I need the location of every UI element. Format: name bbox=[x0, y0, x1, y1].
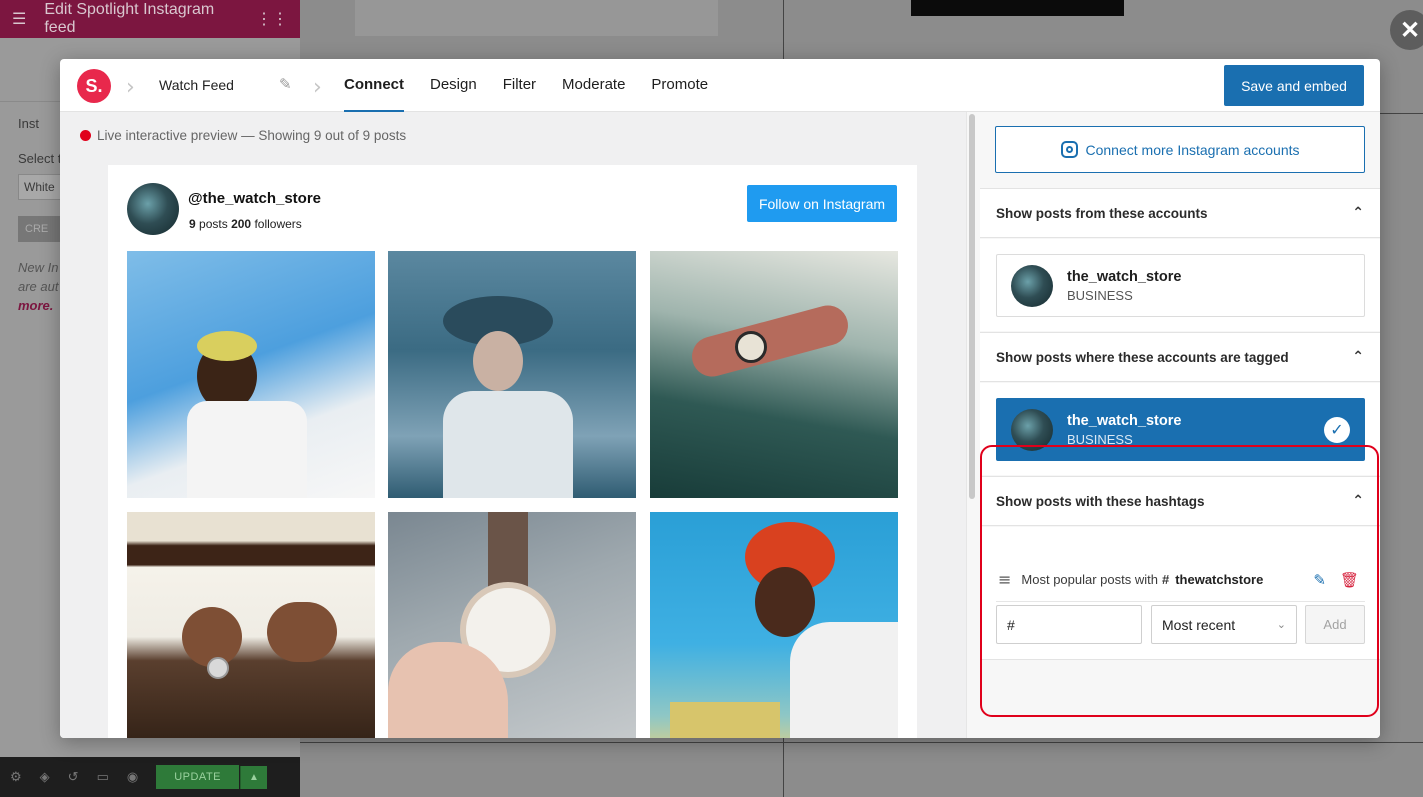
live-preview-status: Live interactive preview — Showing 9 out… bbox=[80, 128, 406, 143]
chevron-right-icon: › bbox=[126, 75, 135, 100]
hashtag-item: ≡ Most popular posts with # thewatchstor… bbox=[996, 558, 1365, 602]
spotlight-modal: S. › Watch Feed ✎ › Connect Design Filte… bbox=[60, 59, 1380, 738]
tab-promote[interactable]: Promote bbox=[651, 59, 708, 112]
tab-connect[interactable]: Connect bbox=[344, 59, 404, 112]
tagged-account-card[interactable]: the_watch_store BUSINESS ✓ bbox=[996, 398, 1365, 461]
grid-icon[interactable]: ⋮⋮ bbox=[256, 9, 288, 29]
close-icon[interactable]: ✕ bbox=[1390, 10, 1423, 50]
pencil-icon[interactable]: ✎ bbox=[1313, 571, 1326, 589]
section-title: Show posts with these hashtags bbox=[996, 493, 1205, 509]
spotlight-logo: S. bbox=[77, 69, 111, 103]
profile-counts: 9 posts 200 followers bbox=[189, 217, 302, 231]
live-dot-icon bbox=[80, 130, 91, 141]
history-icon[interactable]: ↺ bbox=[68, 769, 79, 785]
elementor-footer: ⚙ ◈ ↺ ▭ ◉ UPDATE ▲ bbox=[0, 757, 300, 797]
section-title: Show posts from these accounts bbox=[996, 205, 1208, 221]
elementor-topbar: ☰ Edit Spotlight Instagram feed ⋮⋮ bbox=[0, 0, 300, 38]
feed-name[interactable]: Watch Feed bbox=[159, 77, 234, 93]
trash-icon[interactable]: 🗑 bbox=[1340, 571, 1359, 589]
update-button[interactable]: UPDATE bbox=[156, 765, 240, 789]
order-value: Most recent bbox=[1162, 616, 1236, 633]
chevron-up-icon[interactable]: ⌃ bbox=[1352, 349, 1364, 365]
layers-icon[interactable]: ◈ bbox=[40, 769, 50, 785]
instagram-icon bbox=[1060, 141, 1078, 158]
responsive-icon[interactable]: ▭ bbox=[97, 769, 109, 785]
account-type: BUSINESS bbox=[1067, 287, 1133, 303]
chevron-down-icon: ⌄ bbox=[1276, 618, 1286, 631]
account-type: BUSINESS bbox=[1067, 431, 1133, 447]
profile-handle[interactable]: @the_watch_store bbox=[188, 190, 321, 207]
post-tile-4[interactable] bbox=[127, 512, 375, 738]
account-name: the_watch_store bbox=[1067, 268, 1182, 285]
avatar[interactable] bbox=[127, 183, 179, 235]
preview-scrollbar[interactable] bbox=[969, 114, 975, 499]
update-options-icon[interactable]: ▲ bbox=[240, 765, 267, 789]
avatar bbox=[1011, 264, 1053, 307]
chevron-right-icon: › bbox=[313, 75, 322, 100]
hashtag-name: thewatchstore bbox=[1175, 572, 1264, 587]
section-title: Show posts where these accounts are tagg… bbox=[996, 349, 1289, 365]
modal-header: S. › Watch Feed ✎ › Connect Design Filte… bbox=[60, 59, 1380, 112]
tab-filter[interactable]: Filter bbox=[503, 59, 536, 112]
account-info: the_watch_store BUSINESS bbox=[1067, 413, 1181, 447]
post-tile-2[interactable] bbox=[388, 251, 636, 498]
add-hashtag-button[interactable]: Add bbox=[1305, 605, 1365, 644]
post-tile-1[interactable] bbox=[127, 251, 375, 498]
checkmark-icon: ✓ bbox=[1324, 416, 1350, 443]
feed-card: @the_watch_store 9 posts 200 followers F… bbox=[108, 165, 917, 738]
followers-count: 200 bbox=[231, 217, 252, 231]
posts-count: 9 bbox=[189, 217, 196, 231]
hashtag-input[interactable]: # bbox=[996, 605, 1142, 644]
follow-on-instagram-button[interactable]: Follow on Instagram bbox=[747, 185, 897, 222]
pencil-icon[interactable]: ✎ bbox=[279, 75, 292, 93]
save-and-embed-button[interactable]: Save and embed bbox=[1224, 65, 1364, 106]
hashtag-order-select[interactable]: Most recent ⌄ bbox=[1151, 605, 1297, 644]
hashtag-prefix: Most popular posts with bbox=[1021, 572, 1158, 587]
live-preview-text: Live interactive preview — Showing 9 out… bbox=[97, 128, 407, 143]
chevron-up-icon[interactable]: ⌃ bbox=[1352, 205, 1364, 221]
posts-label: posts bbox=[199, 217, 228, 231]
canvas-divider bbox=[300, 742, 1423, 743]
settings-icon[interactable]: ⚙ bbox=[10, 769, 22, 785]
hashtag-symbol: # bbox=[1161, 572, 1170, 587]
followers-label: followers bbox=[254, 217, 302, 231]
chevron-up-icon[interactable]: ⌃ bbox=[1352, 493, 1364, 509]
section-tagged[interactable]: Show posts where these accounts are tagg… bbox=[980, 332, 1380, 382]
feed-preview: Live interactive preview — Showing 9 out… bbox=[60, 112, 966, 738]
post-tile-5[interactable] bbox=[388, 512, 636, 738]
canvas-image bbox=[355, 0, 718, 36]
section-hashtags[interactable]: Show posts with these hashtags ⌃ bbox=[980, 476, 1380, 526]
avatar bbox=[1011, 408, 1053, 451]
connect-more-accounts-button[interactable]: Connect more Instagram accounts bbox=[995, 126, 1365, 173]
tab-bar: Connect Design Filter Moderate Promote bbox=[344, 59, 708, 112]
tab-design[interactable]: Design bbox=[430, 59, 477, 112]
section-from-accounts[interactable]: Show posts from these accounts ⌃ bbox=[980, 188, 1380, 238]
tab-moderate[interactable]: Moderate bbox=[562, 59, 625, 112]
connect-more-label: Connect more Instagram accounts bbox=[1085, 141, 1300, 158]
account-info: the_watch_store BUSINESS bbox=[1067, 269, 1181, 303]
post-tile-6[interactable] bbox=[650, 512, 898, 738]
canvas-block bbox=[911, 0, 1124, 16]
account-name: the_watch_store bbox=[1067, 412, 1182, 429]
canvas-divider bbox=[1380, 113, 1423, 114]
connect-sidebar: Connect more Instagram accounts Show pos… bbox=[980, 112, 1380, 738]
editor-title: Edit Spotlight Instagram feed bbox=[44, 1, 215, 36]
hamburger-icon[interactable]: ☰ bbox=[12, 9, 26, 29]
post-tile-3[interactable] bbox=[650, 251, 898, 498]
account-card[interactable]: the_watch_store BUSINESS bbox=[996, 254, 1365, 317]
preview-eye-icon[interactable]: ◉ bbox=[127, 769, 138, 785]
drag-handle-icon[interactable]: ≡ bbox=[998, 570, 1011, 589]
